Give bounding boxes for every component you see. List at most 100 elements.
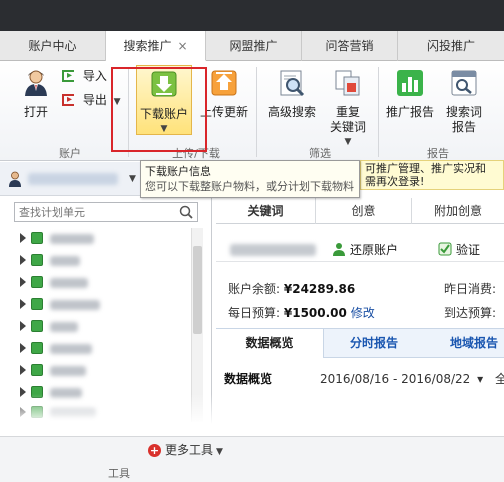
material-tabs: 关键词 创意 附加创意 xyxy=(216,198,504,224)
restore-account-button[interactable]: 还原账户 xyxy=(332,241,398,258)
main-tabs: 账户中心 搜索推广 × 网盟推广 问答营销 闪投推广 xyxy=(0,31,504,61)
import-label: 导入 xyxy=(82,69,107,83)
expand-arrow-icon[interactable] xyxy=(20,299,26,309)
group-label-tools: 工具 xyxy=(108,467,130,480)
user-icon xyxy=(333,243,345,256)
promotion-report-label: 推广报告 xyxy=(385,105,434,119)
plan-name-blurred xyxy=(50,278,88,288)
verify-button[interactable]: 验证 xyxy=(438,241,480,258)
app-window: 账户中心 搜索推广 × 网盟推广 问答营销 闪投推广 打开 ▸ 导入 ▸ 导出 … xyxy=(0,0,504,482)
plan-name-blurred xyxy=(50,344,92,354)
title-bar xyxy=(0,0,504,31)
plan-folder-icon xyxy=(31,342,43,354)
group-separator xyxy=(378,67,379,157)
tree-item[interactable] xyxy=(20,340,192,358)
magnifier-icon xyxy=(280,70,305,97)
expand-arrow-icon[interactable] xyxy=(20,365,26,375)
content-panel: 关键词 创意 附加创意 还原账户 验证 账户余额: ¥24289.86 昨日消费… xyxy=(216,198,504,424)
expand-arrow-icon[interactable] xyxy=(20,321,26,331)
open-button[interactable]: 打开 xyxy=(16,69,56,120)
tab-label: 搜索推广 xyxy=(123,39,172,53)
balance-row: 账户余额: ¥24289.86 xyxy=(228,280,355,297)
search-icon[interactable] xyxy=(179,205,193,219)
tab-label: 问答营销 xyxy=(325,39,374,53)
ribbon-toolbar: 打开 ▸ 导入 ▸ 导出 ▼ 下载账户 ▼ 上传更新 高级搜索 重复 关键词 ▼… xyxy=(0,61,504,161)
tab-hourly-report[interactable]: 分时报告 xyxy=(324,329,424,358)
expand-arrow-icon[interactable] xyxy=(20,233,26,243)
promotion-report-button[interactable]: 推广报告 xyxy=(384,69,436,120)
fade-overlay xyxy=(0,394,504,424)
chevron-down-icon: ▼ xyxy=(129,174,136,184)
tab-data-overview[interactable]: 数据概览 xyxy=(216,329,324,358)
duplicate-icon xyxy=(335,70,360,96)
import-button[interactable]: ▸ 导入 xyxy=(62,69,112,84)
plus-icon: + xyxy=(148,444,161,457)
tree-item[interactable] xyxy=(20,362,192,380)
plan-folder-icon xyxy=(31,298,43,310)
duplicate-keywords-label-1: 重复 xyxy=(335,105,360,119)
account-name-blurred xyxy=(230,244,316,256)
import-icon: ▸ xyxy=(62,70,74,82)
tab-flash-promotion[interactable]: 闪投推广 xyxy=(398,31,504,61)
export-icon: ▸ xyxy=(62,94,74,106)
tab-creatives[interactable]: 创意 xyxy=(316,198,412,224)
budget-reached-label: 到达预算: xyxy=(444,306,497,320)
advanced-search-button[interactable]: 高级搜索 xyxy=(264,69,320,120)
balance-value: ¥24289.86 xyxy=(283,282,356,296)
notice-line-1: 可推广管理、推广实况和 xyxy=(365,162,486,175)
download-tooltip: 下载账户信息 您可以下载整账户物料，或分计划下载物料 xyxy=(140,160,360,198)
check-icon xyxy=(438,242,452,256)
verify-label: 验证 xyxy=(456,243,481,257)
budget-label: 每日预算: xyxy=(228,306,281,320)
search-word-report-label-1: 搜索词 xyxy=(445,105,482,119)
tab-label: 网盟推广 xyxy=(229,39,278,53)
plan-name-blurred xyxy=(50,366,86,376)
more-tools-button[interactable]: + 更多工具 ▼ xyxy=(148,441,223,458)
user-icon xyxy=(9,171,21,187)
group-label-filter: 筛选 xyxy=(309,147,331,160)
plan-folder-icon xyxy=(31,364,43,376)
duplicate-keywords-button[interactable]: 重复 关键词 ▼ xyxy=(324,69,372,150)
tools-strip: + 更多工具 ▼ 工具 xyxy=(0,436,504,482)
search-word-report-button[interactable]: 搜索词 报告 xyxy=(440,69,488,135)
tab-keywords[interactable]: 关键词 xyxy=(216,198,316,224)
edit-budget-link[interactable]: 修改 xyxy=(351,306,375,320)
tree-item[interactable] xyxy=(20,318,192,336)
tree-item[interactable] xyxy=(20,274,192,292)
group-separator xyxy=(256,67,257,157)
plan-folder-icon xyxy=(31,232,43,244)
tree-item[interactable] xyxy=(20,296,192,314)
tab-search-promotion[interactable]: 搜索推广 × xyxy=(106,31,206,61)
date-range-picker[interactable]: 2016/08/16 - 2016/08/22 ▾ 全 xyxy=(320,370,504,387)
tree-item[interactable] xyxy=(20,252,192,270)
group-label-report: 报告 xyxy=(427,147,449,160)
expand-arrow-icon[interactable] xyxy=(20,255,26,265)
notice-line-2: 需再次登录! xyxy=(365,175,425,188)
highlight-box xyxy=(111,67,207,152)
budget-value: ¥1500.00 xyxy=(283,306,347,320)
plan-name-blurred xyxy=(50,322,78,332)
export-label: 导出 xyxy=(82,93,107,107)
plan-search-input[interactable] xyxy=(19,205,169,220)
tab-qa-marketing[interactable]: 问答营销 xyxy=(302,31,398,61)
scrollbar-thumb[interactable] xyxy=(193,246,202,334)
yesterday-spend-label: 昨日消费: xyxy=(444,282,497,296)
plan-search-box[interactable] xyxy=(14,202,198,222)
tab-extra-creatives[interactable]: 附加创意 xyxy=(412,198,504,224)
account-selector[interactable]: ▼ xyxy=(0,162,140,196)
tab-region-report[interactable]: 地域报告 xyxy=(430,329,504,358)
tree-scrollbar[interactable] xyxy=(191,228,203,422)
search-report-icon xyxy=(451,70,477,96)
tab-account-center[interactable]: 账户中心 xyxy=(0,31,106,61)
plan-folder-icon xyxy=(31,254,43,266)
date-range-value: 2016/08/16 - 2016/08/22 xyxy=(320,372,471,386)
advanced-search-label: 高级搜索 xyxy=(267,105,316,119)
tree-item[interactable] xyxy=(20,230,192,248)
expand-arrow-icon[interactable] xyxy=(20,277,26,287)
close-icon[interactable]: × xyxy=(177,39,187,53)
tab-network-promotion[interactable]: 网盟推广 xyxy=(206,31,302,61)
group-label-account: 账户 xyxy=(59,147,81,160)
expand-arrow-icon[interactable] xyxy=(20,343,26,353)
account-row: 还原账户 验证 xyxy=(216,236,504,262)
all-filter[interactable]: 全 xyxy=(495,372,504,386)
